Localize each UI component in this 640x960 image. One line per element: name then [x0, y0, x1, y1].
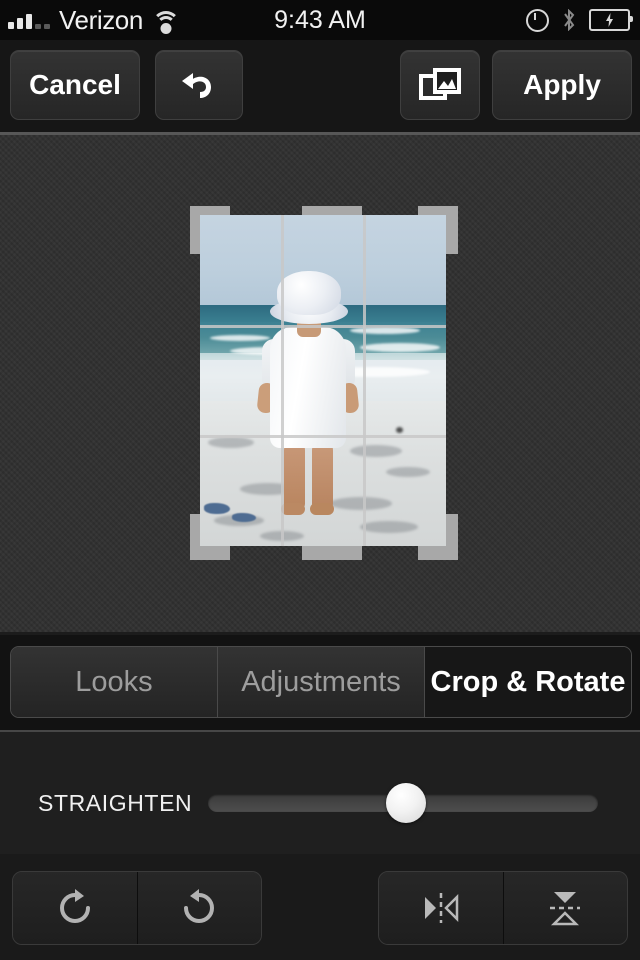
tab-looks[interactable]: Looks — [11, 647, 218, 717]
compare-photos-button[interactable] — [400, 50, 480, 120]
tab-crop-and-rotate[interactable]: Crop & Rotate — [425, 647, 631, 717]
flip-vertical-icon — [543, 884, 587, 932]
child-foot-right — [310, 503, 334, 515]
apply-button[interactable]: Apply — [492, 50, 632, 120]
rotate-button-group — [12, 871, 262, 945]
flip-horizontal-button[interactable] — [379, 872, 504, 944]
tab-bar-area: Looks Adjustments Crop & Rotate — [0, 635, 640, 732]
tab-adjustments[interactable]: Adjustments — [218, 647, 425, 717]
sand-texture — [396, 427, 403, 433]
bluetooth-icon — [562, 9, 576, 31]
flip-vertical-button[interactable] — [503, 872, 627, 944]
sand-texture — [360, 521, 418, 533]
alarm-clock-icon — [526, 8, 549, 32]
battery-charging-icon — [589, 9, 633, 31]
crop-handle-left-top[interactable] — [190, 206, 200, 254]
crop-grid-line-vertical — [281, 215, 284, 546]
status-bar: Verizon 9:43 AM — [0, 0, 640, 40]
rotate-counterclockwise-button[interactable] — [137, 872, 261, 944]
rotate-counterclockwise-icon — [177, 886, 221, 930]
cancel-button[interactable]: Cancel — [10, 50, 140, 120]
bottom-toolbar — [0, 854, 640, 960]
photo-canvas[interactable] — [0, 135, 640, 632]
flip-button-group — [378, 871, 628, 945]
sandal-object — [204, 503, 230, 514]
compare-photos-icon — [419, 66, 461, 104]
crop-handle-right-bottom[interactable] — [446, 514, 458, 560]
crop-grid-line-vertical — [363, 215, 366, 546]
crop-handle-bottom-center[interactable] — [302, 546, 362, 560]
tab-bar: Looks Adjustments Crop & Rotate — [10, 646, 632, 718]
foam-streak — [360, 343, 440, 352]
crop-handle-left-bottom[interactable] — [190, 514, 200, 560]
flip-horizontal-icon — [417, 886, 465, 930]
foam-streak — [210, 335, 270, 341]
child-hat-crown — [277, 271, 341, 315]
sandal-object — [232, 513, 256, 522]
sand-texture — [208, 437, 254, 448]
photo-editor-app: Verizon 9:43 AM Cancel Apply Looks Adjus… — [0, 0, 640, 960]
sand-texture — [330, 497, 392, 510]
child-foot-left — [281, 503, 305, 515]
sand-texture — [386, 467, 430, 477]
status-bar-right — [526, 0, 633, 40]
undo-button[interactable] — [155, 50, 243, 120]
foam-streak — [350, 327, 420, 334]
crop-handle-right-top[interactable] — [446, 206, 458, 254]
sand-texture — [350, 445, 402, 457]
photo-image[interactable] — [200, 215, 446, 546]
straighten-label: STRAIGHTEN — [38, 790, 193, 816]
crop-grid-line-horizontal — [200, 325, 446, 328]
crop-overlay[interactable] — [190, 206, 458, 560]
child-leg-right — [312, 443, 333, 509]
top-toolbar: Cancel Apply — [0, 40, 640, 135]
straighten-slider[interactable] — [208, 783, 598, 823]
undo-arrow-icon — [179, 65, 219, 105]
crop-handle-top-center[interactable] — [302, 206, 362, 215]
rotate-clockwise-button[interactable] — [13, 872, 138, 944]
child-leg-left — [284, 443, 305, 509]
straighten-slider-thumb[interactable] — [386, 783, 426, 823]
crop-grid-line-horizontal — [200, 435, 446, 438]
straighten-section: STRAIGHTEN — [0, 732, 640, 854]
rotate-clockwise-icon — [53, 886, 97, 930]
